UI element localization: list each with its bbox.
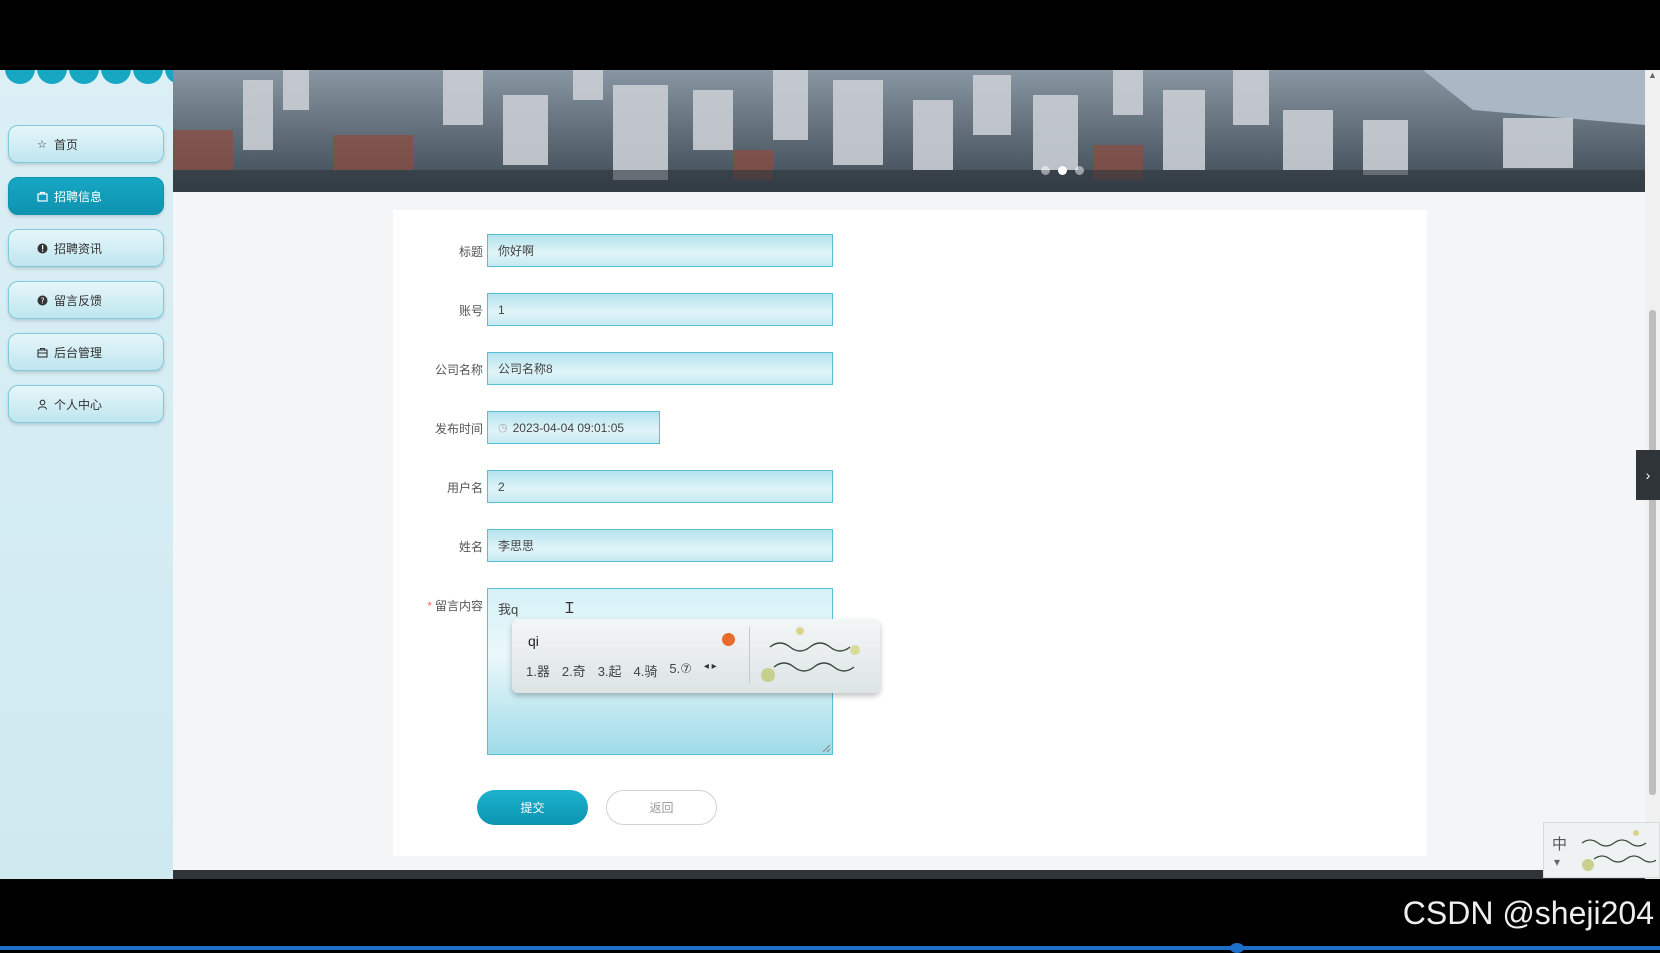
sidebar-item-label: 首页 [54, 137, 79, 152]
ime-page-arrows-icon[interactable]: ◂ ▸ [704, 661, 717, 680]
ime-language-indicator[interactable]: 中 [1552, 833, 1567, 854]
banner-carousel [173, 70, 1645, 192]
sidebar-item-label: 个人中心 [54, 397, 103, 412]
info-icon [36, 242, 48, 254]
city-skyline-image [173, 70, 1645, 192]
ime-skin-decoration-icon [761, 627, 860, 682]
carousel-dot[interactable] [1075, 166, 1084, 175]
company-label: 公司名称 [434, 363, 483, 377]
carousel-dot[interactable] [1041, 166, 1050, 175]
sidebar-item-feedback[interactable]: ? 留言反馈 [8, 281, 164, 319]
sidebar-item-label: 后台管理 [54, 345, 103, 360]
account-label: 账号 [458, 304, 483, 318]
sidebar-item-recruitment-news[interactable]: 招聘资讯 [8, 229, 164, 267]
ime-candidate[interactable]: 3.起 [598, 661, 622, 680]
sidebar-item-admin[interactable]: 后台管理 [8, 333, 164, 371]
sidebar-item-home[interactable]: ☆ 首页 [8, 125, 164, 163]
ime-candidate-popup: qi 1.器 2.奇 3.起 4.骑 5.⑦ ◂ ▸ [512, 619, 880, 693]
message-label: * 留言内容 [393, 597, 483, 614]
ime-candidate[interactable]: 1.器 [526, 661, 550, 680]
ime-widget-decoration-icon [1581, 830, 1656, 871]
username-label: 用户名 [446, 481, 483, 495]
company-input[interactable]: 公司名称8 [487, 352, 833, 385]
browser-viewport: ☆ 首页 招聘信息 招聘资讯 ? 留言反馈 后台管理 个人中心 标题 你好啊 账… [0, 70, 1660, 879]
text-cursor-icon: Ｉ [562, 600, 578, 617]
page-bottom-bar [173, 870, 1645, 879]
top-black-bar [0, 0, 1660, 70]
carousel-dot-active[interactable] [1058, 166, 1067, 175]
help-icon: ? [36, 294, 48, 306]
sidebar-item-personal-center[interactable]: 个人中心 [8, 385, 164, 423]
carousel-indicators [1041, 166, 1084, 175]
video-footer-bar: CSDN @sheji204 [0, 879, 1660, 953]
sidebar-item-recruitment-info[interactable]: 招聘信息 [8, 177, 164, 215]
sidebar-scallop-decoration [0, 70, 173, 86]
required-mark: * [427, 599, 432, 613]
clock-icon: ◷ [498, 422, 508, 434]
ime-status-widget[interactable]: 中 ▾ [1543, 822, 1660, 878]
side-panel-toggle[interactable]: › [1636, 450, 1660, 500]
submit-button[interactable]: 提交 [477, 790, 588, 825]
realname-input[interactable]: 李思思 [487, 529, 833, 562]
message-text: 我q [498, 602, 519, 617]
svg-text:?: ? [40, 296, 44, 305]
video-progress-bar[interactable] [0, 946, 1660, 950]
form-card: 标题 你好啊 账号 1 公司名称 公司名称8 发布时间 ◷ 2023-04-04… [393, 210, 1427, 856]
scroll-up-arrow-icon[interactable]: ▲ [1648, 70, 1657, 80]
video-progress-handle[interactable] [1230, 943, 1244, 953]
user-icon [36, 398, 48, 410]
suitcase-icon [36, 346, 48, 358]
bag-icon [36, 190, 48, 202]
ime-emoji-icon[interactable] [722, 633, 735, 646]
sidebar-item-label: 留言反馈 [54, 293, 103, 308]
star-icon: ☆ [37, 138, 47, 151]
ime-shirt-icon[interactable]: ▾ [1554, 855, 1560, 869]
publish-time-value: 2023-04-04 09:01:05 [512, 420, 625, 435]
title-label: 标题 [458, 245, 483, 259]
title-input[interactable]: 你好啊 [487, 234, 833, 267]
scrollbar-thumb[interactable] [1649, 310, 1656, 795]
ime-composition: qi [528, 633, 539, 649]
back-button[interactable]: 返回 [606, 790, 717, 825]
sidebar-item-label: 招聘资讯 [54, 241, 103, 256]
sidebar: ☆ 首页 招聘信息 招聘资讯 ? 留言反馈 后台管理 个人中心 [0, 70, 173, 879]
ime-candidate[interactable]: 2.奇 [562, 661, 586, 680]
publish-time-label: 发布时间 [434, 422, 483, 436]
realname-label: 姓名 [458, 540, 483, 554]
ime-candidates: 1.器 2.奇 3.起 4.骑 5.⑦ ◂ ▸ [526, 661, 717, 680]
sidebar-item-label: 招聘信息 [54, 189, 103, 204]
ime-candidate[interactable]: 5.⑦ [669, 661, 692, 680]
ime-divider [749, 627, 750, 683]
account-input[interactable]: 1 [487, 293, 833, 326]
message-label-text: 留言内容 [434, 599, 483, 613]
ime-candidate[interactable]: 4.骑 [634, 661, 658, 680]
username-input[interactable]: 2 [487, 470, 833, 503]
publish-time-input[interactable]: ◷ 2023-04-04 09:01:05 [487, 411, 660, 444]
watermark-text: CSDN @sheji204 [1402, 895, 1654, 931]
chevron-right-icon: › [1645, 467, 1651, 483]
resize-handle-icon[interactable] [822, 744, 830, 752]
